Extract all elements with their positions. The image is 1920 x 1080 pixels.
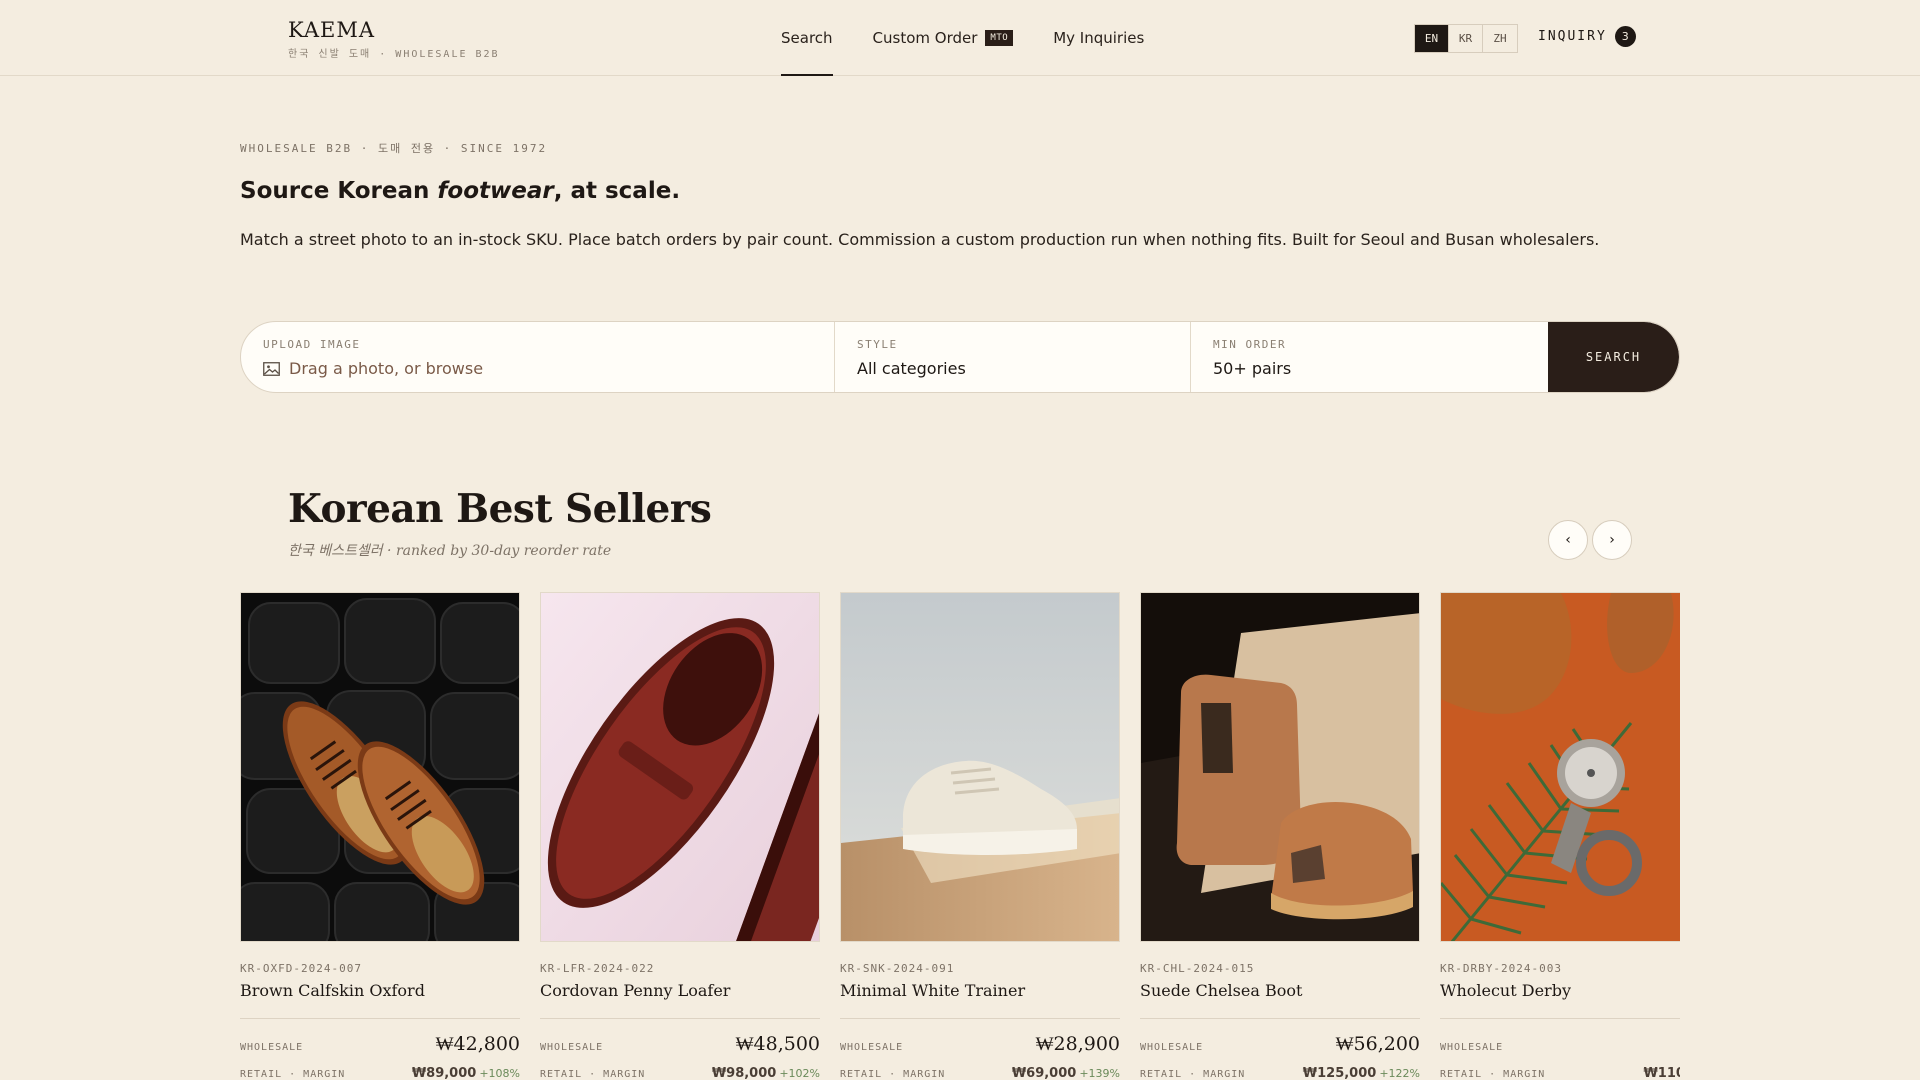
margin-percent: +122% bbox=[1379, 1067, 1420, 1080]
product-carousel: KR-OXFD-2024-007 Brown Calfskin Oxford W… bbox=[240, 592, 1680, 1080]
nav-custom-order[interactable]: Custom Order MTO bbox=[873, 0, 1014, 76]
wholesale-label: WHOLESALE bbox=[240, 1042, 304, 1053]
hero-title-start: Source Korean bbox=[240, 178, 438, 204]
hero-description: Match a street photo to an in-stock SKU.… bbox=[240, 230, 1600, 249]
main-nav: Search Custom Order MTO My Inquiries bbox=[781, 0, 1184, 76]
wholesale-price: ₩28,900 bbox=[1035, 1033, 1120, 1055]
wholesale-label: WHOLESALE bbox=[1440, 1042, 1504, 1053]
product-image-brown-oxford[interactable] bbox=[240, 592, 520, 942]
carousel-prev-button[interactable]: ‹ bbox=[1548, 520, 1588, 560]
product-card[interactable]: KR-SNK-2024-091 Minimal White Trainer WH… bbox=[840, 592, 1120, 1080]
retail-margin-label: RETAIL · MARGIN bbox=[1140, 1069, 1246, 1080]
product-card[interactable]: KR-OXFD-2024-007 Brown Calfskin Oxford W… bbox=[240, 592, 520, 1080]
product-name[interactable]: Wholecut Derby bbox=[1440, 981, 1680, 1000]
search-bar: UPLOAD IMAGE Drag a photo, or browse STY… bbox=[240, 321, 1680, 393]
product-card[interactable]: KR-DRBY-2024-003 Wholecut Derby WHOLESAL… bbox=[1440, 592, 1680, 1080]
retail-margin-label: RETAIL · MARGIN bbox=[1440, 1069, 1546, 1080]
brand-subtitle: 한국 신발 도매 · WHOLESALE B2B bbox=[288, 49, 500, 60]
lang-kr-button[interactable]: KR bbox=[1449, 25, 1483, 52]
card-divider bbox=[540, 1018, 820, 1019]
best-sellers-title: Korean Best Sellers bbox=[288, 486, 712, 532]
wholesale-price: ₩48,500 bbox=[735, 1033, 820, 1055]
product-image-wholecut-derby[interactable] bbox=[1440, 592, 1680, 942]
nav-my-inquiries-label: My Inquiries bbox=[1053, 29, 1145, 47]
product-sku: KR-OXFD-2024-007 bbox=[240, 962, 362, 975]
image-icon bbox=[263, 361, 280, 376]
wholesale-label: WHOLESALE bbox=[840, 1042, 904, 1053]
retail-price: ₩110,000 bbox=[1643, 1066, 1680, 1080]
min-order-select[interactable]: MIN ORDER 50+ pairs bbox=[1191, 322, 1548, 392]
margin-percent: +102% bbox=[779, 1067, 820, 1080]
wholesale-price: ₩42,800 bbox=[435, 1033, 520, 1055]
nav-search[interactable]: Search bbox=[781, 0, 833, 76]
top-header: KAEMA 한국 신발 도매 · WHOLESALE B2B Search Cu… bbox=[0, 0, 1920, 76]
product-name[interactable]: Cordovan Penny Loafer bbox=[540, 981, 820, 1000]
hero-eyebrow: WHOLESALE B2B · 도매 전용 · SINCE 1972 bbox=[240, 142, 548, 155]
retail-price: ₩98,000 bbox=[711, 1066, 777, 1080]
retail-margin-label: RETAIL · MARGIN bbox=[840, 1069, 946, 1080]
hero-title-end: , at scale. bbox=[553, 178, 681, 204]
product-image-white-trainer[interactable] bbox=[840, 592, 1120, 942]
wholesale-price: ₩56,200 bbox=[1335, 1033, 1420, 1055]
card-divider bbox=[240, 1018, 520, 1019]
search-button[interactable]: SEARCH bbox=[1548, 322, 1679, 392]
chevron-right-icon: › bbox=[1609, 532, 1615, 548]
wholesale-label: WHOLESALE bbox=[1140, 1042, 1204, 1053]
language-switcher: EN KR ZH bbox=[1414, 24, 1518, 53]
brand-logo[interactable]: KAEMA 한국 신발 도매 · WHOLESALE B2B bbox=[288, 18, 500, 60]
chevron-left-icon: ‹ bbox=[1565, 532, 1571, 548]
inquiry-button[interactable]: INQUIRY 3 bbox=[1538, 26, 1636, 47]
product-image-cordovan-loafer[interactable] bbox=[540, 592, 820, 942]
product-sku: KR-SNK-2024-091 bbox=[840, 962, 955, 975]
product-card[interactable]: KR-LFR-2024-022 Cordovan Penny Loafer WH… bbox=[540, 592, 820, 1080]
mto-badge: MTO bbox=[985, 30, 1014, 46]
nav-my-inquiries[interactable]: My Inquiries bbox=[1053, 0, 1144, 76]
product-name[interactable]: Brown Calfskin Oxford bbox=[240, 981, 520, 1000]
retail-price: ₩125,000 bbox=[1302, 1066, 1377, 1080]
brand-name: KAEMA bbox=[288, 18, 376, 42]
card-divider bbox=[840, 1018, 1120, 1019]
inquiry-label: INQUIRY bbox=[1538, 29, 1607, 44]
hero-title: Source Korean footwear, at scale. bbox=[240, 178, 680, 204]
product-sku: KR-LFR-2024-022 bbox=[540, 962, 655, 975]
product-card[interactable]: KR-CHL-2024-015 Suede Chelsea Boot WHOLE… bbox=[1140, 592, 1420, 1080]
product-sku: KR-CHL-2024-015 bbox=[1140, 962, 1255, 975]
style-select[interactable]: STYLE All categories bbox=[835, 322, 1191, 392]
best-sellers-subtitle: 한국 베스트셀러 · ranked by 30-day reorder rate bbox=[288, 543, 612, 559]
card-divider bbox=[1440, 1018, 1680, 1019]
style-value: All categories bbox=[857, 359, 966, 378]
carousel-next-button[interactable]: › bbox=[1592, 520, 1632, 560]
upload-image-field[interactable]: UPLOAD IMAGE Drag a photo, or browse bbox=[241, 322, 835, 392]
wholesale-label: WHOLESALE bbox=[540, 1042, 604, 1053]
retail-price: ₩89,000 bbox=[411, 1066, 477, 1080]
retail-margin-label: RETAIL · MARGIN bbox=[540, 1069, 646, 1080]
inquiry-count-badge: 3 bbox=[1614, 26, 1636, 47]
upload-image-label: UPLOAD IMAGE bbox=[263, 338, 361, 351]
nav-search-label: Search bbox=[781, 29, 833, 47]
margin-percent: +108% bbox=[479, 1067, 520, 1080]
lang-zh-button[interactable]: ZH bbox=[1483, 25, 1517, 52]
min-order-value: 50+ pairs bbox=[1213, 359, 1292, 378]
hero-title-emphasis: footwear bbox=[437, 178, 554, 204]
nav-custom-order-label: Custom Order bbox=[872, 29, 978, 47]
product-name[interactable]: Suede Chelsea Boot bbox=[1140, 981, 1420, 1000]
style-label: STYLE bbox=[857, 338, 898, 351]
product-image-suede-chelsea[interactable] bbox=[1140, 592, 1420, 942]
lang-en-button[interactable]: EN bbox=[1415, 25, 1449, 52]
card-divider bbox=[1140, 1018, 1420, 1019]
retail-margin-label: RETAIL · MARGIN bbox=[240, 1069, 346, 1080]
product-sku: KR-DRBY-2024-003 bbox=[1440, 962, 1562, 975]
retail-price: ₩69,000 bbox=[1011, 1066, 1077, 1080]
product-name[interactable]: Minimal White Trainer bbox=[840, 981, 1120, 1000]
margin-percent: +139% bbox=[1079, 1067, 1120, 1080]
min-order-label: MIN ORDER bbox=[1213, 338, 1287, 351]
upload-placeholder: Drag a photo, or browse bbox=[289, 359, 484, 378]
